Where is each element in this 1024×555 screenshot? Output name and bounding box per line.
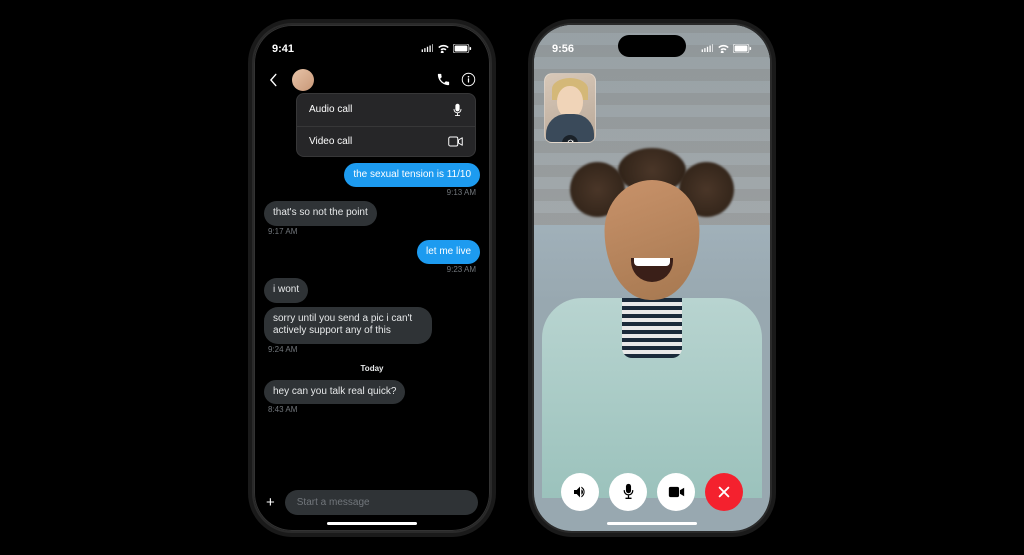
- dynamic-island: [618, 35, 686, 57]
- chat-screen: Audio call Video call the sexual tension…: [254, 65, 490, 531]
- info-icon[interactable]: [461, 72, 476, 87]
- speaker-button[interactable]: [561, 473, 599, 511]
- camera-button[interactable]: [657, 473, 695, 511]
- message-bubble[interactable]: let me live: [417, 240, 480, 265]
- audio-call-option[interactable]: Audio call: [297, 94, 475, 127]
- message-time: 9:23 AM: [443, 265, 480, 274]
- video-call-option[interactable]: Video call: [297, 127, 475, 156]
- wifi-icon: [437, 44, 450, 53]
- call-menu: Audio call Video call: [296, 93, 476, 157]
- battery-icon: [733, 44, 752, 53]
- message-row: hey can you talk real quick? 8:43 AM: [264, 380, 480, 415]
- message-time: 9:17 AM: [264, 227, 301, 236]
- video-icon: [448, 136, 463, 147]
- message-time: 8:43 AM: [264, 405, 301, 414]
- message-list[interactable]: the sexual tension is 11/10 9:13 AM that…: [254, 101, 490, 484]
- message-bubble[interactable]: i wont: [264, 278, 308, 303]
- audio-call-label: Audio call: [309, 104, 352, 115]
- message-bubble[interactable]: hey can you talk real quick?: [264, 380, 405, 405]
- message-input[interactable]: Start a message: [285, 490, 478, 515]
- camera-icon: [668, 486, 685, 498]
- flip-camera-icon: [566, 138, 575, 143]
- message-row: that's so not the point 9:17 AM: [264, 201, 480, 236]
- mute-button[interactable]: [609, 473, 647, 511]
- call-controls: [534, 473, 770, 511]
- contact-avatar[interactable]: [292, 69, 314, 91]
- message-bubble[interactable]: the sexual tension is 11/10: [344, 163, 480, 188]
- video-call-label: Video call: [309, 136, 352, 147]
- status-icons: [421, 44, 472, 53]
- back-button[interactable]: [268, 73, 278, 87]
- self-video-pip[interactable]: [544, 73, 596, 143]
- message-row: let me live 9:23 AM: [264, 240, 480, 275]
- video-call-screen: [534, 25, 770, 531]
- phone-video-call: 9:56: [532, 23, 772, 533]
- date-divider: Today: [264, 364, 480, 373]
- remote-video: [552, 130, 752, 420]
- mic-icon: [622, 483, 635, 500]
- signal-icon: [421, 44, 434, 53]
- message-row: the sexual tension is 11/10 9:13 AM: [264, 163, 480, 198]
- wifi-icon: [717, 44, 730, 53]
- dynamic-island: [338, 35, 406, 57]
- phone-chat: 9:41 Audio call V: [252, 23, 492, 533]
- battery-icon: [453, 44, 472, 53]
- close-icon: [717, 485, 731, 499]
- message-bubble[interactable]: sorry until you send a pic i can't activ…: [264, 307, 432, 344]
- message-time: 9:13 AM: [443, 188, 480, 197]
- message-row: sorry until you send a pic i can't activ…: [264, 307, 480, 354]
- call-icon[interactable]: [436, 72, 451, 87]
- message-bubble[interactable]: that's so not the point: [264, 201, 377, 226]
- speaker-icon: [572, 484, 588, 500]
- mic-icon: [452, 103, 463, 117]
- status-icons: [701, 44, 752, 53]
- status-time: 9:41: [272, 43, 294, 55]
- status-time: 9:56: [552, 43, 574, 55]
- message-composer: + Start a message: [254, 484, 490, 531]
- end-call-button[interactable]: [705, 473, 743, 511]
- message-time: 9:24 AM: [264, 345, 301, 354]
- signal-icon: [701, 44, 714, 53]
- message-row: i wont: [264, 278, 480, 303]
- add-button[interactable]: +: [266, 494, 275, 511]
